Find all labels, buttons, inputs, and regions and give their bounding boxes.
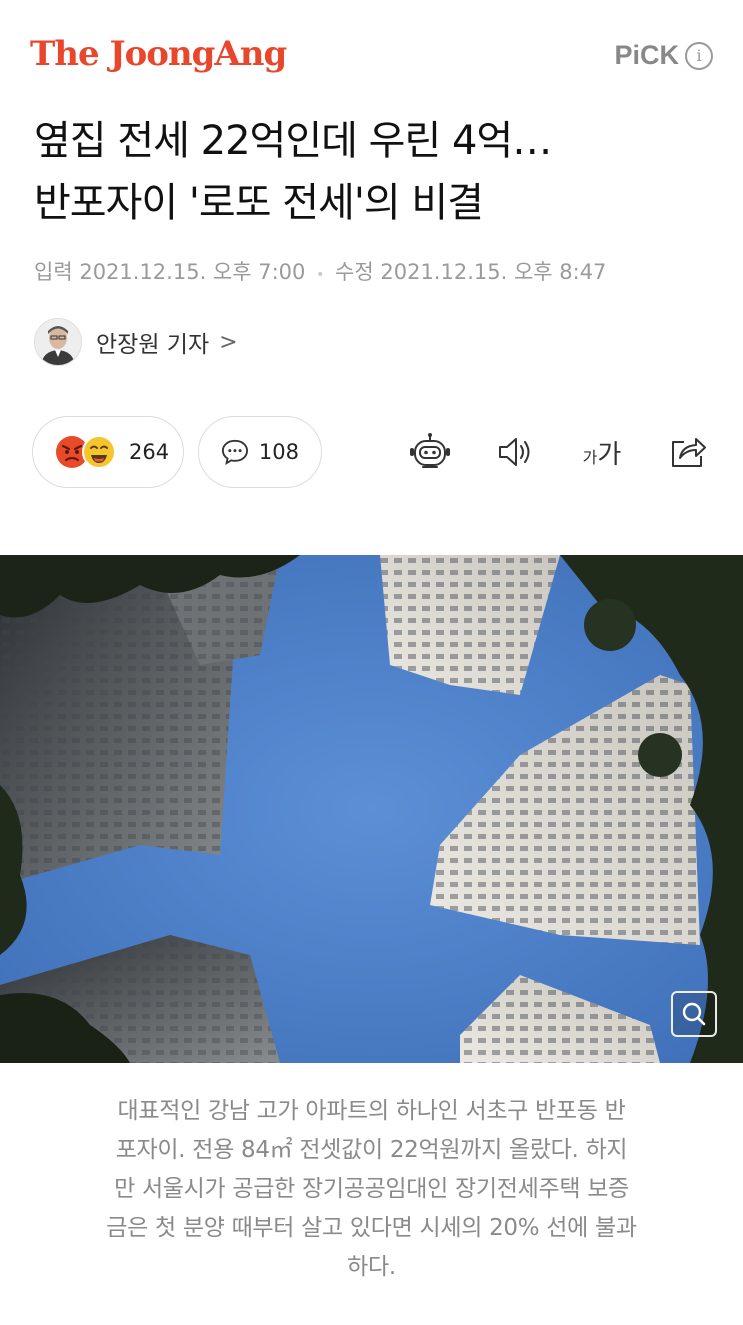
info-icon[interactable]: i — [685, 41, 713, 70]
caption-line-1: 대표적인 강남 고가 아파트의 하나인 서초구 반포동 반 — [117, 1098, 626, 1124]
speaker-icon — [499, 438, 530, 466]
author-avatar — [34, 318, 82, 366]
reaction-button[interactable]: 264 — [32, 416, 184, 488]
edit-time: 2021.12.15. 오후 8:47 — [380, 260, 607, 284]
zoom-icon — [682, 1002, 706, 1026]
headline-line-1: 옆집 전세 22억인데 우린 4억… — [34, 118, 552, 164]
joongang-logo[interactable]: The JoongAng — [30, 34, 287, 74]
author-name: 안장원 기자 — [96, 332, 210, 358]
image-zoom-button[interactable] — [671, 991, 717, 1037]
top-header: The JoongAng PiCK i — [0, 0, 743, 110]
summary-bot-button[interactable] — [408, 432, 452, 472]
caption-line-3: 만 서울시가 공급한 장기공공임대인 장기전세주택 보증 — [114, 1176, 629, 1202]
comment-count: 108 — [258, 440, 299, 464]
font-size-small-label: 가 — [582, 448, 598, 467]
angry-emoji-icon — [56, 435, 116, 469]
pick-label: PiCK — [614, 40, 679, 70]
font-size-large-label: 가 — [597, 439, 622, 470]
reaction-emojis — [55, 435, 119, 469]
dot-separator: • — [316, 267, 325, 283]
reaction-count: 264 — [129, 440, 170, 464]
comment-button[interactable]: 108 — [198, 416, 322, 488]
chevron-right-icon: > — [219, 329, 238, 355]
caption-line-4: 금은 첫 분양 때부터 살고 있다면 시세의 20% 선에 불과 — [106, 1215, 637, 1241]
text-to-speech-button[interactable] — [494, 432, 538, 472]
dateline: 입력 2021.12.15. 오후 7:00 • 수정 2021.12.15. … — [34, 256, 606, 286]
article-photo[interactable] — [0, 555, 743, 1063]
robot-summary-icon — [410, 433, 450, 468]
photo-caption: 대표적인 강남 고가 아파트의 하나인 서초구 반포동 반 포자이. 전용 84… — [40, 1092, 703, 1287]
input-time: 2021.12.15. 오후 7:00 — [79, 260, 306, 284]
edit-label: 수정 — [335, 260, 374, 284]
apartment-towers-image — [0, 555, 743, 1063]
input-label: 입력 — [34, 260, 73, 284]
article-headline: 옆집 전세 22억인데 우린 4억… 반포자이 '로또 전세'의 비결 — [34, 110, 724, 234]
author-link[interactable]: 안장원 기자 > — [34, 316, 238, 368]
share-icon — [672, 438, 706, 467]
share-button[interactable] — [666, 432, 710, 472]
pick-badge[interactable]: PiCK i — [614, 40, 713, 71]
comment-icon — [221, 439, 248, 466]
caption-line-2: 포자이. 전용 84㎡ 전셋값이 22억원까지 올랐다. 하지 — [115, 1137, 628, 1163]
action-bar: 264 108 가 가 — [32, 416, 722, 490]
font-size-button[interactable]: 가 가 — [577, 432, 627, 472]
caption-line-5: 하다. — [347, 1254, 396, 1280]
headline-line-2: 반포자이 '로또 전세'의 비결 — [34, 180, 484, 226]
